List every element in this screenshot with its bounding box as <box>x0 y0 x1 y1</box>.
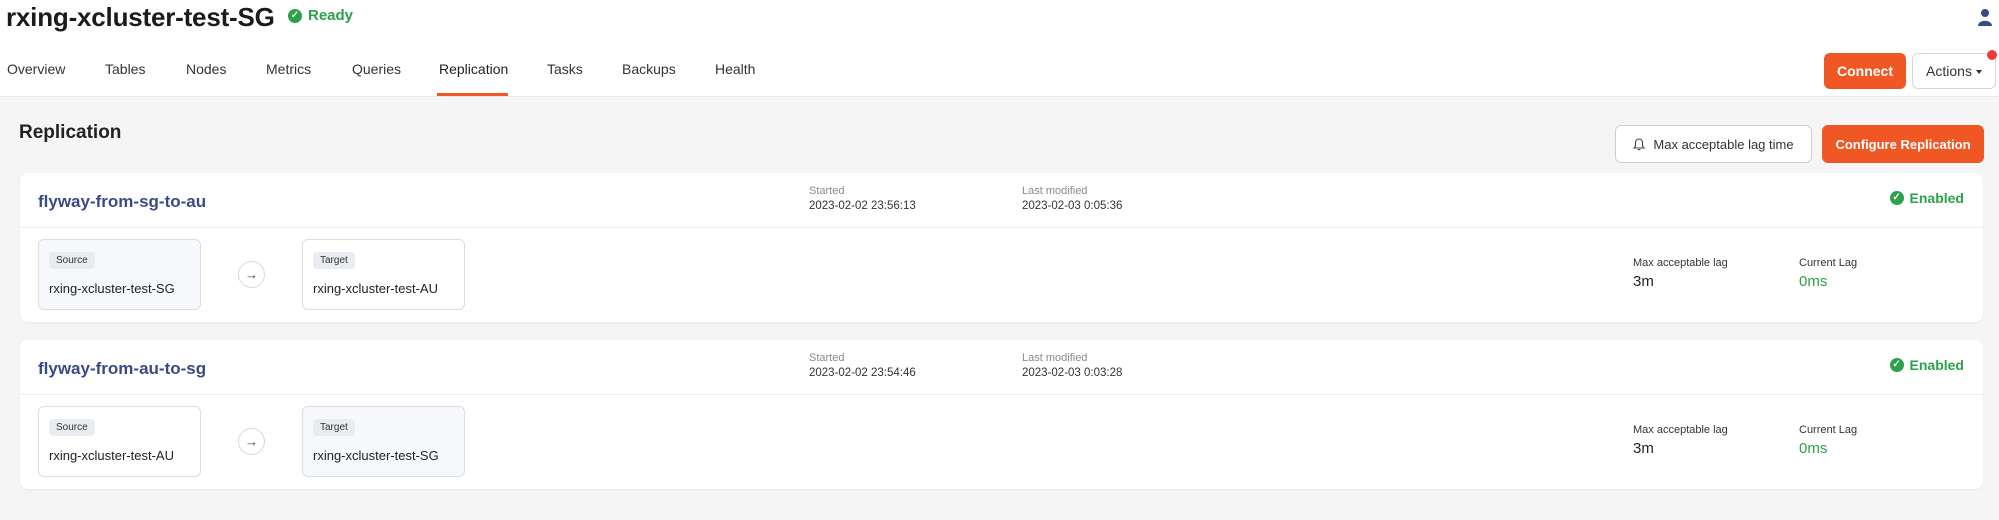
current-lag-value: 0ms <box>1799 273 1828 290</box>
max-lag-label: Max acceptable lag <box>1633 424 1728 436</box>
source-node-box[interactable]: Source rxing-xcluster-test-SG <box>38 239 201 310</box>
source-tag: Source <box>49 419 95 436</box>
user-icon[interactable] <box>1977 8 1993 26</box>
max-lag-time-label: Max acceptable lag time <box>1653 136 1794 152</box>
active-tab-indicator <box>437 93 508 96</box>
started-value: 2023-02-02 23:54:46 <box>809 367 916 379</box>
status-badge: ✓ Ready <box>288 7 353 24</box>
source-node-box[interactable]: Source rxing-xcluster-test-AU <box>38 406 201 477</box>
target-tag: Target <box>313 419 355 436</box>
modified-label: Last modified <box>1022 185 1088 197</box>
modified-label: Last modified <box>1022 352 1088 364</box>
modified-value: 2023-02-03 0:05:36 <box>1022 200 1123 212</box>
actions-label: Actions <box>1926 63 1972 79</box>
started-value: 2023-02-02 23:56:13 <box>809 200 916 212</box>
current-lag-value: 0ms <box>1799 440 1828 457</box>
modified-value: 2023-02-03 0:03:28 <box>1022 367 1123 379</box>
max-lag-time-button[interactable]: Max acceptable lag time <box>1615 125 1812 163</box>
actions-dropdown[interactable]: Actions <box>1912 53 1996 89</box>
tab-health[interactable]: Health <box>715 61 755 77</box>
source-universe-name: rxing-xcluster-test-SG <box>49 281 175 296</box>
check-circle-icon: ✓ <box>1889 191 1904 205</box>
target-universe-name: rxing-xcluster-test-AU <box>313 281 438 296</box>
replication-card-header: flyway-from-au-to-sg Started 2023-02-02 … <box>20 340 1983 395</box>
tab-metrics[interactable]: Metrics <box>266 61 311 77</box>
source-universe-name: rxing-xcluster-test-AU <box>49 448 174 463</box>
tab-nodes[interactable]: Nodes <box>186 61 226 77</box>
configure-replication-button[interactable]: Configure Replication <box>1822 125 1984 163</box>
replication-card: flyway-from-sg-to-au Started 2023-02-02 … <box>20 173 1983 322</box>
current-lag-label: Current Lag <box>1799 257 1858 269</box>
cluster-title: rxing-xcluster-test-SG <box>6 2 275 32</box>
arrow-right-icon: → <box>238 261 265 288</box>
tab-tables[interactable]: Tables <box>105 61 145 77</box>
check-circle-icon: ✓ <box>288 8 302 23</box>
chevron-down-icon <box>1975 70 1982 75</box>
status-label: Ready <box>308 7 354 24</box>
target-node-box[interactable]: Target rxing-xcluster-test-AU <box>302 239 465 310</box>
source-tag: Source <box>49 252 95 269</box>
max-lag-value: 3m <box>1633 273 1654 290</box>
tab-replication[interactable]: Replication <box>439 61 508 77</box>
tab-queries[interactable]: Queries <box>352 61 401 77</box>
max-lag-label: Max acceptable lag <box>1633 257 1728 269</box>
check-circle-icon: ✓ <box>1889 358 1904 372</box>
tab-overview[interactable]: Overview <box>7 61 65 77</box>
replication-card: flyway-from-au-to-sg Started 2023-02-02 … <box>20 340 1983 489</box>
notification-dot <box>1987 50 1997 60</box>
current-lag-label: Current Lag <box>1799 424 1858 436</box>
started-label: Started <box>809 185 845 197</box>
connect-button[interactable]: Connect <box>1824 53 1906 89</box>
replication-name-link[interactable]: flyway-from-sg-to-au <box>38 192 206 212</box>
arrow-right-icon: → <box>238 428 265 455</box>
enabled-label: Enabled <box>1909 357 1964 373</box>
tab-backups[interactable]: Backups <box>622 61 676 77</box>
replication-card-header: flyway-from-sg-to-au Started 2023-02-02 … <box>20 173 1983 228</box>
bell-icon <box>1633 137 1646 150</box>
page-title: Replication <box>19 122 122 143</box>
tab-tasks[interactable]: Tasks <box>547 61 583 77</box>
target-universe-name: rxing-xcluster-test-SG <box>313 448 439 463</box>
enabled-label: Enabled <box>1909 190 1964 206</box>
enabled-status: ✓ Enabled <box>1889 357 1964 373</box>
target-tag: Target <box>313 252 355 269</box>
top-bar: rxing-xcluster-test-SG ✓ Ready Overview … <box>0 0 1999 97</box>
started-label: Started <box>809 352 845 364</box>
enabled-status: ✓ Enabled <box>1889 190 1964 206</box>
target-node-box[interactable]: Target rxing-xcluster-test-SG <box>302 406 465 477</box>
max-lag-value: 3m <box>1633 440 1654 457</box>
replication-name-link[interactable]: flyway-from-au-to-sg <box>38 359 206 379</box>
